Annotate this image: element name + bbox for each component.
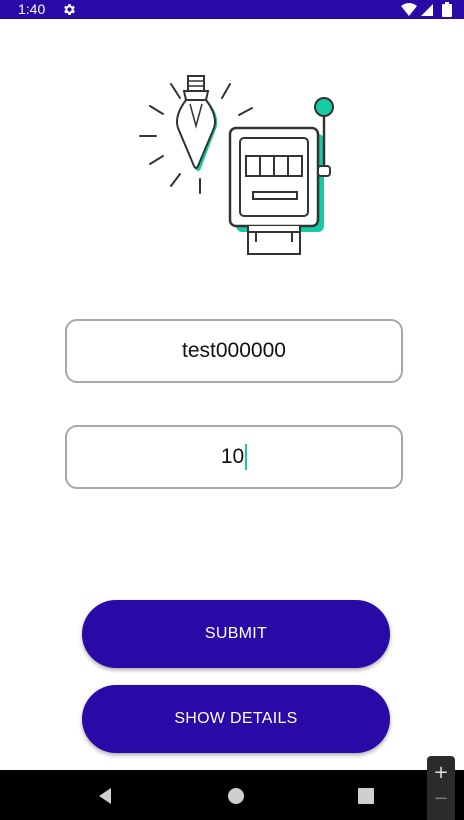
status-time: 1:40 — [18, 1, 46, 17]
username-value: test000000 — [182, 339, 286, 362]
status-bar: 1:40 — [0, 0, 464, 19]
number-field[interactable]: 10 — [65, 425, 403, 489]
back-icon[interactable] — [96, 787, 114, 805]
number-value: 10 — [220, 445, 245, 468]
zoom-in-button[interactable]: + — [427, 758, 455, 786]
status-system-icons — [401, 2, 452, 17]
wifi-icon — [401, 3, 417, 16]
lightbulb-slot-machine-icon — [139, 75, 334, 255]
zoom-out-button[interactable]: − — [427, 784, 455, 812]
gear-icon — [64, 4, 75, 15]
zoom-control: + − — [427, 756, 455, 820]
username-field[interactable]: test000000 — [65, 319, 403, 383]
show-details-button[interactable]: SHOW DETAILS — [82, 685, 390, 753]
text-cursor — [245, 444, 248, 470]
navigation-bar — [0, 770, 464, 820]
home-icon[interactable] — [227, 787, 245, 805]
submit-button[interactable]: SUBMIT — [82, 600, 390, 668]
recents-icon[interactable] — [357, 787, 375, 805]
app-content: test000000 10 SUBMIT SHOW DETAILS — [3, 19, 461, 770]
battery-icon — [442, 2, 452, 17]
